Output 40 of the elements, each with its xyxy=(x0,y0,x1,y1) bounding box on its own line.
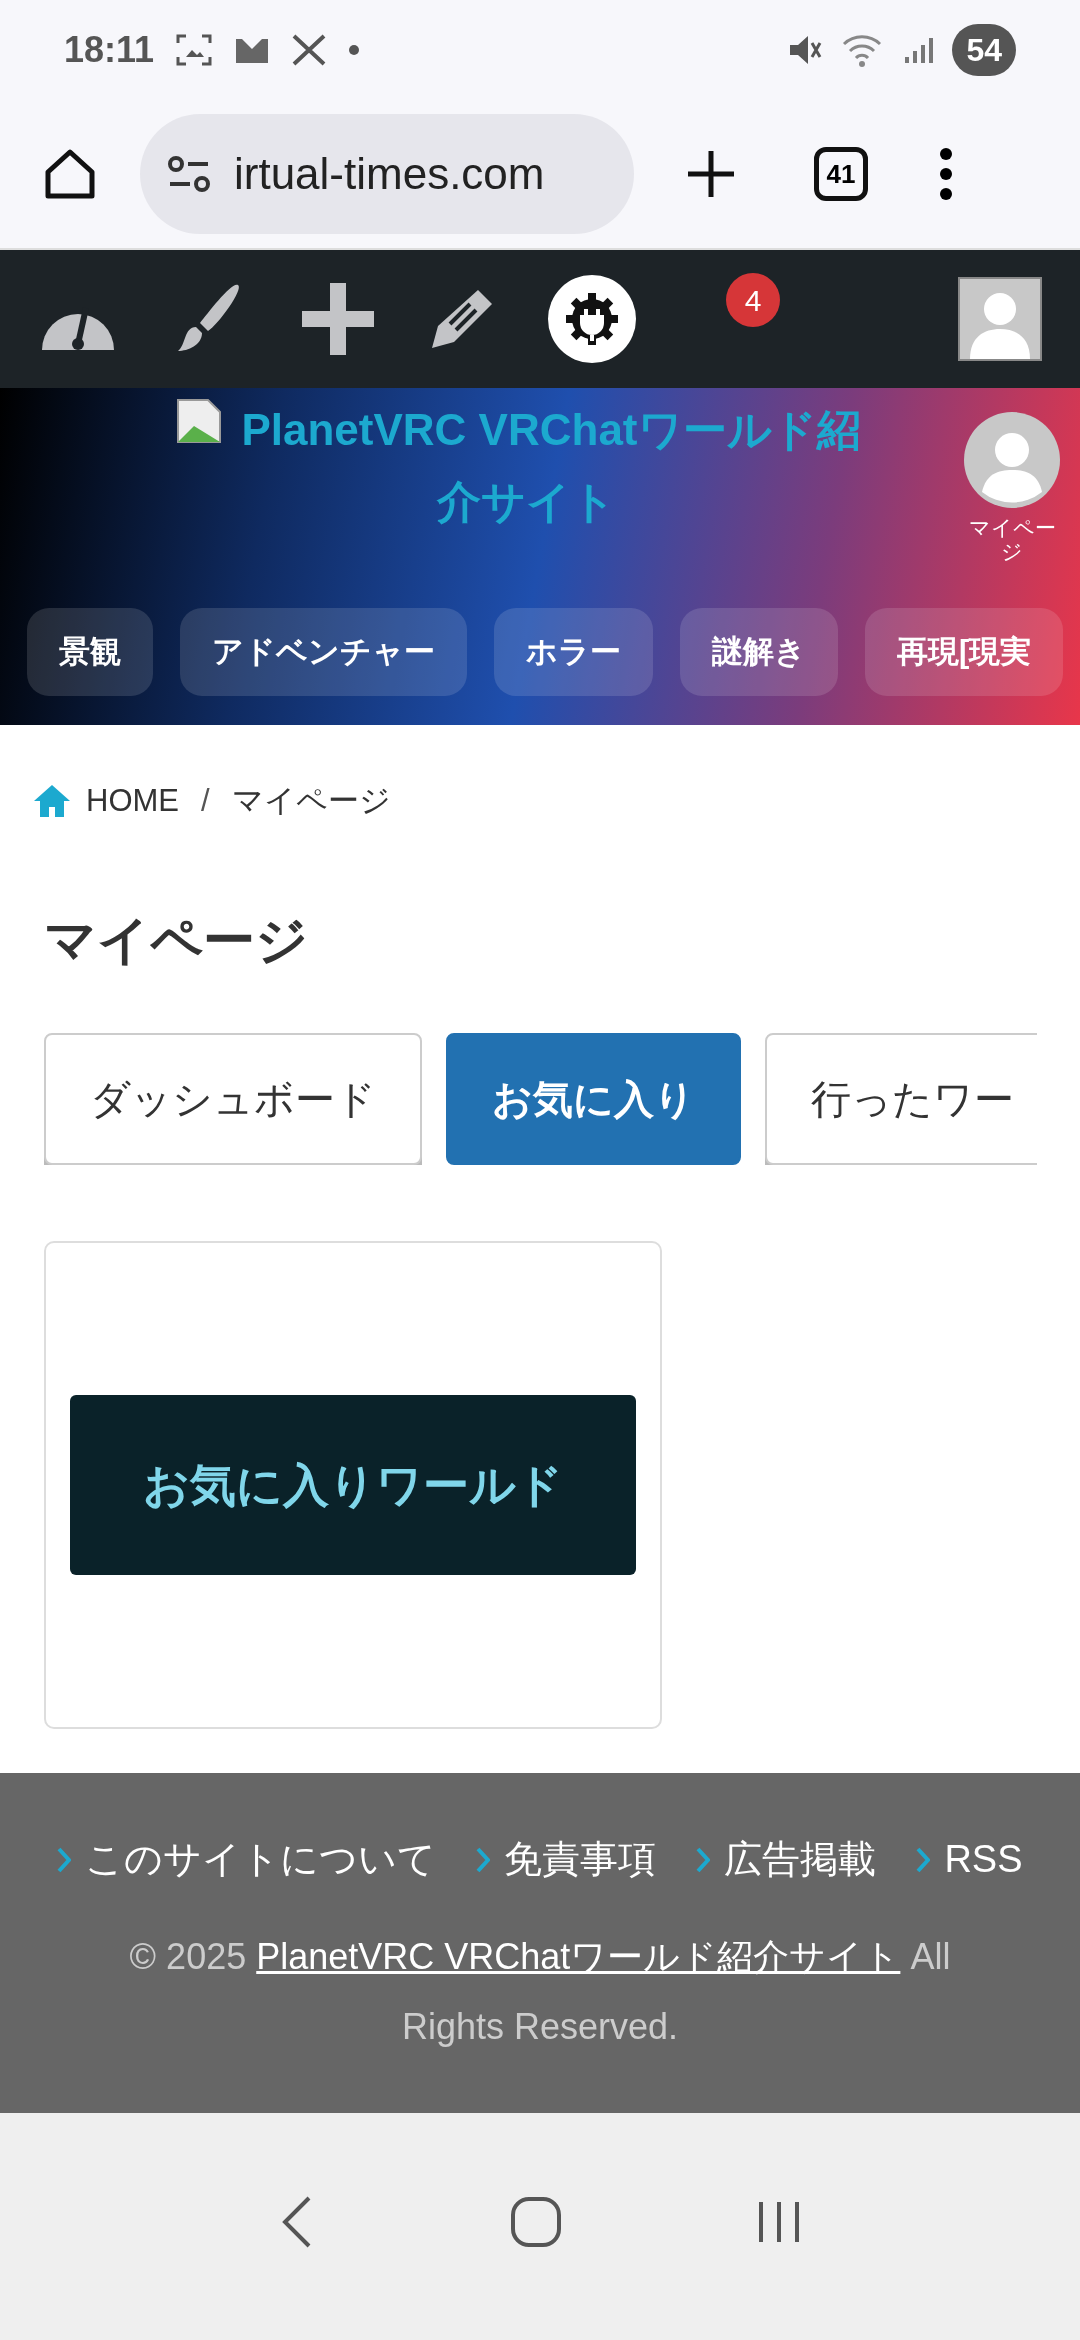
chevron-icon xyxy=(696,1846,711,1873)
avatar-icon[interactable] xyxy=(964,412,1060,508)
home-icon xyxy=(32,783,72,819)
screenshot-icon xyxy=(176,33,213,67)
footer-link[interactable]: 免責事項 xyxy=(504,1831,657,1888)
url-field[interactable]: irtual-times.com xyxy=(140,114,634,234)
category-pill[interactable]: 謎解き xyxy=(680,608,838,696)
category-pill[interactable]: アドベンチャー xyxy=(180,608,467,696)
category-pill[interactable]: ホラー xyxy=(494,608,653,696)
favorites-worlds-button[interactable]: お気に入りワールド xyxy=(70,1395,636,1575)
breadcrumb-current: マイページ xyxy=(231,781,391,820)
url-text: irtual-times.com xyxy=(234,148,545,200)
category-pill[interactable]: 景観 xyxy=(27,608,153,696)
tab[interactable]: ダッシュボード xyxy=(44,1033,422,1165)
mypage-link[interactable]: マイページ xyxy=(962,516,1062,564)
copyright-text: © 2025 PlanetVRC VRChatワールド紹介サイト All Rights Reserved. xyxy=(128,1935,952,2049)
site-link[interactable]: PlanetVRC VRChatワールド紹介サイト xyxy=(256,1936,901,1977)
tab-count-button[interactable]: 41 xyxy=(814,147,868,201)
broken-image-icon xyxy=(176,398,222,444)
category-pill[interactable]: 再現[現実 xyxy=(865,608,1064,696)
site-settings-icon xyxy=(166,154,212,194)
battery-level: 54 xyxy=(952,24,1016,76)
chevron-icon xyxy=(476,1846,491,1873)
clock-time: 18:11 xyxy=(64,28,155,72)
tab[interactable]: 行ったワー xyxy=(765,1033,1037,1165)
page-title: マイページ xyxy=(43,910,309,971)
footer-link[interactable]: このサイトについて xyxy=(85,1831,437,1888)
x-logo-icon xyxy=(292,34,327,66)
notification-badge[interactable]: 4 xyxy=(726,273,780,327)
chevron-icon xyxy=(916,1846,931,1873)
footer-link[interactable]: 広告掲載 xyxy=(724,1831,877,1888)
site-title[interactable]: PlanetVRC VRChatワールド紹介サイト xyxy=(176,394,876,538)
chevron-icon xyxy=(57,1846,72,1873)
avatar-icon[interactable] xyxy=(958,277,1042,361)
breadcrumb-separator: / xyxy=(201,781,210,820)
dot-icon xyxy=(348,44,361,56)
home-button-icon[interactable] xyxy=(510,2195,562,2248)
footer-link[interactable]: RSS xyxy=(944,1831,1023,1888)
tab[interactable]: お気に入り xyxy=(446,1033,741,1165)
breadcrumb-link[interactable]: HOME xyxy=(86,777,179,825)
